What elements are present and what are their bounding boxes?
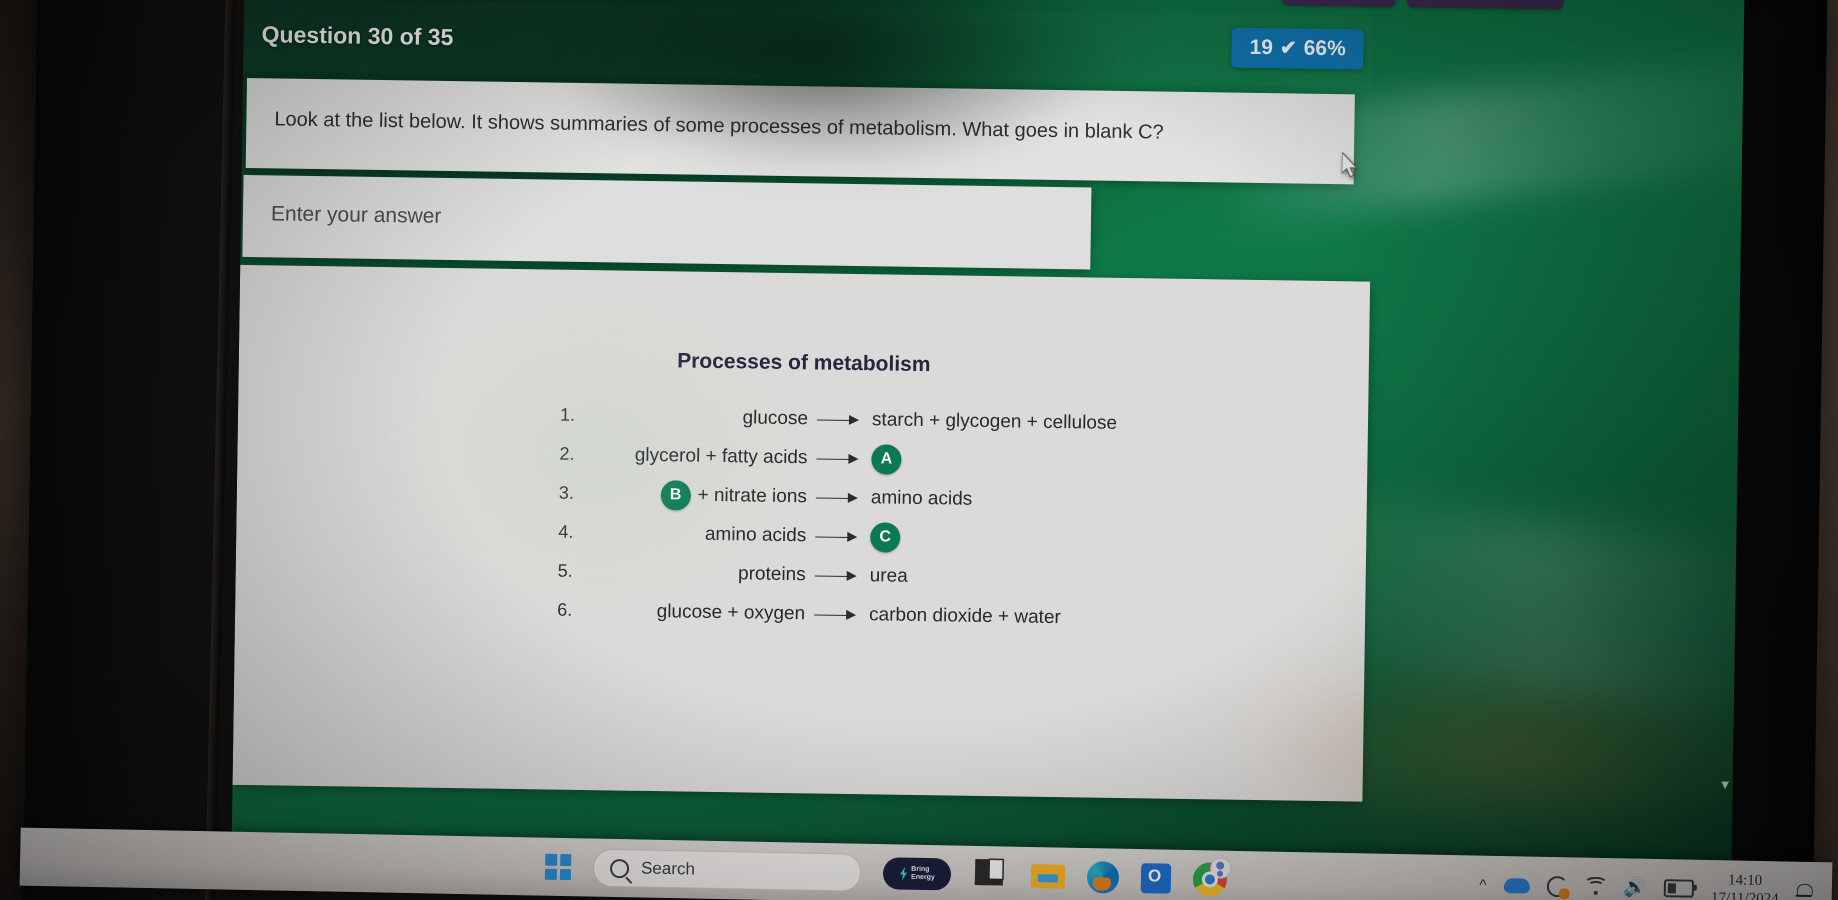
- product-text: amino acids: [870, 486, 973, 510]
- question-header: Question 30 of 35 19 ✔ 66%: [243, 0, 1372, 88]
- list-item-index: 4.: [558, 521, 574, 542]
- notifications-bell-icon[interactable]: [1796, 883, 1812, 899]
- clock-date: 17/11/2024: [1710, 890, 1779, 900]
- reaction-arrow-icon: [815, 530, 861, 543]
- reactant-text: amino acids: [704, 523, 807, 546]
- list-item-index: 5.: [557, 560, 573, 581]
- figure-title: Processes of metabolism: [677, 349, 931, 377]
- screenshot-root: GCSE Science - Biology Hide score Reduce…: [0, 0, 1838, 900]
- question-counter: Question 30 of 35: [261, 21, 454, 51]
- list-item-body: glucose + oxygen carbon dioxide + water: [593, 600, 1061, 629]
- blank-marker-c: C: [870, 521, 901, 553]
- quiz-app: GCSE Science - Biology Hide score Reduce…: [231, 0, 1745, 900]
- status-badge: 19 ✔ 66%: [1231, 27, 1365, 70]
- top-button-group: Hide score Reduce contrast: [1282, 0, 1564, 10]
- hide-score-button[interactable]: Hide score: [1282, 0, 1397, 7]
- list-item-body: glycerol + fatty acids A: [595, 440, 902, 475]
- bring-energy-icon[interactable]: Bring Energy: [882, 857, 952, 891]
- clock[interactable]: 14:10 17/11/2024: [1711, 871, 1779, 900]
- outlook-icon[interactable]: [1140, 863, 1172, 894]
- clock-time: 14:10: [1727, 872, 1763, 890]
- list-item-body: B + nitrate ions amino acids: [595, 479, 973, 515]
- system-tray: ^ 🔊 14:10 17/11/2024: [1479, 856, 1813, 900]
- blank-marker-a: A: [871, 443, 902, 475]
- question-panel: Look at the list below. It shows summari…: [245, 77, 1355, 185]
- show-hidden-icons-chevron[interactable]: ^: [1479, 876, 1486, 893]
- product-text: carbon dioxide + water: [868, 603, 1061, 628]
- reaction-arrow-icon: [816, 491, 862, 504]
- reactant-text: glucose + oxygen: [656, 600, 806, 624]
- reaction-arrow-icon: [817, 413, 863, 426]
- search-input[interactable]: Search: [592, 848, 862, 892]
- bring-energy-label: Bring Energy: [910, 865, 935, 882]
- figure-panel: Processes of metabolism 1. glucose starc…: [232, 264, 1371, 802]
- search-placeholder: Search: [640, 858, 696, 879]
- chrome-icon[interactable]: [1192, 857, 1232, 897]
- score-percent: 66%: [1303, 36, 1346, 61]
- chrome-profile-avatar: [1209, 857, 1232, 879]
- laptop-screen: GCSE Science - Biology Hide score Reduce…: [231, 0, 1745, 900]
- list-item-index: 6.: [557, 599, 573, 620]
- reduce-contrast-button[interactable]: Reduce contrast: [1407, 0, 1564, 10]
- bring-energy-mark: [900, 866, 908, 881]
- file-explorer-icon[interactable]: [1030, 861, 1066, 892]
- app-window-icon[interactable]: [973, 857, 1010, 894]
- answer-input[interactable]: Enter your answer: [242, 174, 1092, 270]
- blank-marker-b: B: [660, 479, 691, 511]
- edge-icon[interactable]: [1086, 861, 1120, 894]
- list-item-index: 1.: [559, 404, 576, 425]
- question-text: Look at the list below. It shows summari…: [274, 108, 1164, 144]
- check-icon: ✔: [1279, 37, 1297, 60]
- windows-start-icon[interactable]: [544, 853, 572, 881]
- list-item-index: 2.: [559, 443, 575, 464]
- scroll-down-arrow-icon[interactable]: ▼: [1719, 777, 1732, 792]
- reaction-arrow-icon: [814, 608, 860, 621]
- reaction-arrow-icon: [816, 452, 862, 465]
- search-icon: [609, 858, 630, 878]
- reactant-text: + nitrate ions: [697, 484, 808, 507]
- list-item-index: 3.: [558, 482, 575, 503]
- reactant-text: glucose: [742, 406, 809, 429]
- volume-icon[interactable]: 🔊: [1623, 875, 1647, 899]
- process-list: 1. glucose starch + glycogen + cellulose…: [235, 391, 1368, 642]
- answer-placeholder: Enter your answer: [270, 202, 442, 228]
- product-text: starch + glycogen + cellulose: [871, 408, 1118, 434]
- score-correct-count: 19: [1249, 35, 1274, 60]
- list-item-body: proteins urea: [594, 561, 908, 588]
- wifi-icon[interactable]: [1583, 876, 1608, 895]
- product-text: urea: [869, 564, 908, 587]
- sync-icon[interactable]: [1546, 875, 1567, 896]
- list-item-body: amino acids C: [594, 518, 901, 553]
- reactant-text: proteins: [737, 562, 806, 585]
- battery-icon[interactable]: [1663, 879, 1695, 898]
- list-item-body: glucose starch + glycogen + cellulose: [596, 405, 1117, 435]
- onedrive-icon[interactable]: [1503, 877, 1530, 894]
- reaction-arrow-icon: [815, 569, 861, 582]
- reactant-text: glycerol + fatty acids: [634, 444, 808, 468]
